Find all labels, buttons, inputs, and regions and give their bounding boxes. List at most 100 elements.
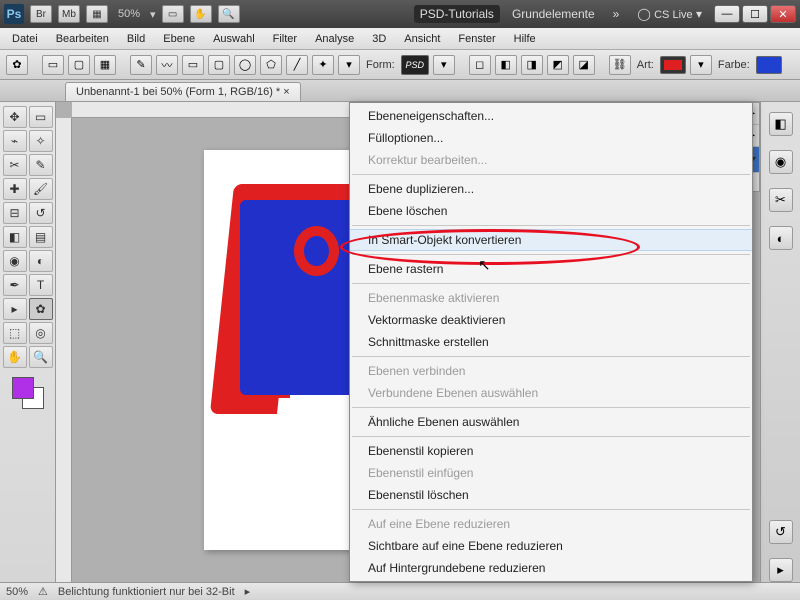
- ctx-layer-properties[interactable]: Ebeneneigenschaften...: [350, 105, 752, 127]
- ctx-duplicate-layer[interactable]: Ebene duplizieren...: [350, 178, 752, 200]
- rect-shape-icon[interactable]: ▭: [182, 55, 204, 75]
- pen-icon[interactable]: ✎: [130, 55, 152, 75]
- titlebar: Ps Br Mb ▦ 50% ▾ ▭ ✋ 🔍 PSD-Tutorials Gru…: [0, 0, 800, 28]
- shapelayer-button[interactable]: ▭: [42, 55, 64, 75]
- paths-panel-icon[interactable]: ✂: [769, 188, 793, 212]
- status-zoom[interactable]: 50%: [6, 586, 28, 598]
- pathmode-intersect-icon[interactable]: ◩: [547, 55, 569, 75]
- zoom-level[interactable]: 50%: [118, 8, 140, 20]
- menu-ansicht[interactable]: Ansicht: [396, 31, 448, 47]
- ctx-select-similar-layers[interactable]: Ähnliche Ebenen auswählen: [350, 411, 752, 433]
- roundrect-shape-icon[interactable]: ▢: [208, 55, 230, 75]
- pathmode-add-icon[interactable]: ◧: [495, 55, 517, 75]
- farbe-label: Farbe:: [718, 59, 750, 71]
- ctx-disable-vector-mask[interactable]: Vektormaske deaktivieren: [350, 309, 752, 331]
- menu-ebene[interactable]: Ebene: [155, 31, 203, 47]
- close-button[interactable]: ✕: [770, 5, 796, 23]
- eraser-tool[interactable]: ◧: [3, 226, 27, 248]
- tab-close-icon[interactable]: ×: [283, 86, 289, 98]
- ctx-copy-layer-style[interactable]: Ebenenstil kopieren: [350, 440, 752, 462]
- ellipse-shape-icon[interactable]: ◯: [234, 55, 256, 75]
- geometry-dropdown-icon[interactable]: ▾: [338, 55, 360, 75]
- cslive-button[interactable]: ◯ CS Live ▾: [631, 5, 708, 23]
- ctx-flatten-image[interactable]: Auf Hintergrundebene reduzieren: [350, 557, 752, 579]
- stamp-tool[interactable]: ⊟: [3, 202, 27, 224]
- menu-analyse[interactable]: Analyse: [307, 31, 362, 47]
- adjustments-panel-icon[interactable]: ◐: [769, 226, 793, 250]
- pathmode-new-icon[interactable]: ◻: [469, 55, 491, 75]
- blur-tool[interactable]: ◉: [3, 250, 27, 272]
- art-dropdown-icon[interactable]: ▾: [690, 55, 712, 75]
- breadcrumb-psd-tutorials[interactable]: PSD-Tutorials: [414, 5, 500, 23]
- 3d-camera-tool[interactable]: ◎: [29, 322, 53, 344]
- move-tool[interactable]: ✥: [3, 106, 27, 128]
- menu-filter[interactable]: Filter: [265, 31, 305, 47]
- history-brush-tool[interactable]: ↺: [29, 202, 53, 224]
- zoom-tool-button[interactable]: 🔍: [218, 5, 240, 23]
- farbe-swatch[interactable]: [756, 56, 782, 74]
- zoom-dropdown-icon[interactable]: ▾: [150, 8, 156, 21]
- brush-tool[interactable]: 🖌: [29, 178, 53, 200]
- tool-preset-icon[interactable]: ✿: [6, 55, 28, 75]
- custom-shape-tool[interactable]: ✿: [29, 298, 53, 320]
- heal-tool[interactable]: ✚: [3, 178, 27, 200]
- shape-dropdown-icon[interactable]: ▾: [433, 55, 455, 75]
- ctx-blending-options[interactable]: Fülloptionen...: [350, 127, 752, 149]
- breadcrumb-more-icon[interactable]: »: [607, 5, 626, 23]
- screenmode-button[interactable]: ▦: [86, 5, 108, 23]
- menu-fenster[interactable]: Fenster: [450, 31, 503, 47]
- eyedropper-tool[interactable]: ✎: [29, 154, 53, 176]
- layers-panel-icon[interactable]: ◧: [769, 112, 793, 136]
- polygon-shape-icon[interactable]: ⬠: [260, 55, 282, 75]
- wand-tool[interactable]: ✧: [29, 130, 53, 152]
- 3d-tool[interactable]: ⬚: [3, 322, 27, 344]
- custom-shape-icon[interactable]: ✦: [312, 55, 334, 75]
- dodge-tool[interactable]: ◐: [29, 250, 53, 272]
- menu-bild[interactable]: Bild: [119, 31, 153, 47]
- menu-hilfe[interactable]: Hilfe: [506, 31, 544, 47]
- menu-datei[interactable]: Datei: [4, 31, 46, 47]
- breadcrumb-grundelemente[interactable]: Grundelemente: [506, 5, 601, 23]
- pathmode-exclude-icon[interactable]: ◪: [573, 55, 595, 75]
- ctx-convert-smart-object[interactable]: In Smart-Objekt konvertieren: [350, 229, 752, 251]
- marquee-tool[interactable]: ▭: [29, 106, 53, 128]
- link-icon[interactable]: ⛓: [609, 55, 631, 75]
- ctx-create-clipping-mask[interactable]: Schnittmaske erstellen: [350, 331, 752, 353]
- ctx-clear-layer-style[interactable]: Ebenenstil löschen: [350, 484, 752, 506]
- ctx-merge-visible[interactable]: Sichtbare auf eine Ebene reduzieren: [350, 535, 752, 557]
- crop-tool[interactable]: ✂: [3, 154, 27, 176]
- gradient-tool[interactable]: ▤: [29, 226, 53, 248]
- type-tool[interactable]: T: [29, 274, 53, 296]
- history-panel-icon[interactable]: ↺: [769, 520, 793, 544]
- menu-auswahl[interactable]: Auswahl: [205, 31, 263, 47]
- minibridge-button[interactable]: Mb: [58, 5, 80, 23]
- fillpixels-button[interactable]: ▦: [94, 55, 116, 75]
- ctx-delete-layer[interactable]: Ebene löschen: [350, 200, 752, 222]
- pathmode-subtract-icon[interactable]: ◨: [521, 55, 543, 75]
- document-tab[interactable]: Unbenannt-1 bei 50% (Form 1, RGB/16) * ×: [65, 82, 301, 101]
- foreground-color-swatch[interactable]: [12, 377, 34, 399]
- right-dock: ◧ ◉ ✂ ◐ ↺ ▸: [760, 102, 800, 582]
- color-swatches[interactable]: [12, 377, 44, 409]
- statusbar: 50% ⚠ Belichtung funktioniert nur bei 32…: [0, 582, 800, 600]
- path-button[interactable]: ▢: [68, 55, 90, 75]
- zoom-tool[interactable]: 🔍: [29, 346, 53, 368]
- menu-bearbeiten[interactable]: Bearbeiten: [48, 31, 117, 47]
- path-select-tool[interactable]: ▸: [3, 298, 27, 320]
- bridge-button[interactable]: Br: [30, 5, 52, 23]
- lasso-tool[interactable]: ⌁: [3, 130, 27, 152]
- maximize-button[interactable]: ☐: [742, 5, 768, 23]
- hand-tool[interactable]: ✋: [3, 346, 27, 368]
- ctx-rasterize-layer[interactable]: Ebene rastern: [350, 258, 752, 280]
- pen-tool[interactable]: ✒: [3, 274, 27, 296]
- arrange-button[interactable]: ▭: [162, 5, 184, 23]
- art-swatch[interactable]: [660, 56, 686, 74]
- hand-tool-button[interactable]: ✋: [190, 5, 212, 23]
- channels-panel-icon[interactable]: ◉: [769, 150, 793, 174]
- freeform-pen-icon[interactable]: 〰: [156, 55, 178, 75]
- minimize-button[interactable]: —: [714, 5, 740, 23]
- line-shape-icon[interactable]: ╱: [286, 55, 308, 75]
- toggle-panel-icon[interactable]: ▸: [769, 558, 793, 582]
- menu-3d[interactable]: 3D: [364, 31, 394, 47]
- shape-preview[interactable]: PSD: [401, 55, 429, 75]
